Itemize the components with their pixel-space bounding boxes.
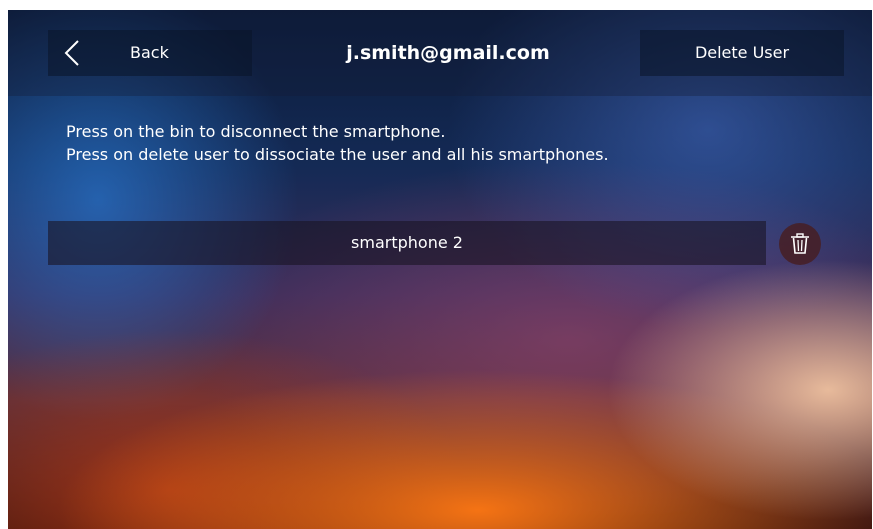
screen: Back j.smith@gmail.com Delete User Press…: [8, 10, 872, 529]
device-row-smartphone-2: smartphone 2: [48, 221, 766, 265]
back-button[interactable]: Back: [48, 30, 252, 76]
instructions-text: Press on the bin to disconnect the smart…: [66, 120, 846, 166]
top-bar: Back j.smith@gmail.com Delete User: [8, 10, 872, 96]
delete-device-button[interactable]: [779, 223, 821, 265]
trash-bin-icon: [791, 233, 809, 254]
delete-user-button[interactable]: Delete User: [640, 30, 844, 76]
page-title: j.smith@gmail.com: [346, 42, 550, 64]
instruction-line-2: Press on delete user to dissociate the u…: [66, 145, 609, 164]
chevron-left-icon: [64, 40, 79, 66]
back-button-label: Back: [130, 43, 169, 62]
instruction-line-1: Press on the bin to disconnect the smart…: [66, 122, 446, 141]
